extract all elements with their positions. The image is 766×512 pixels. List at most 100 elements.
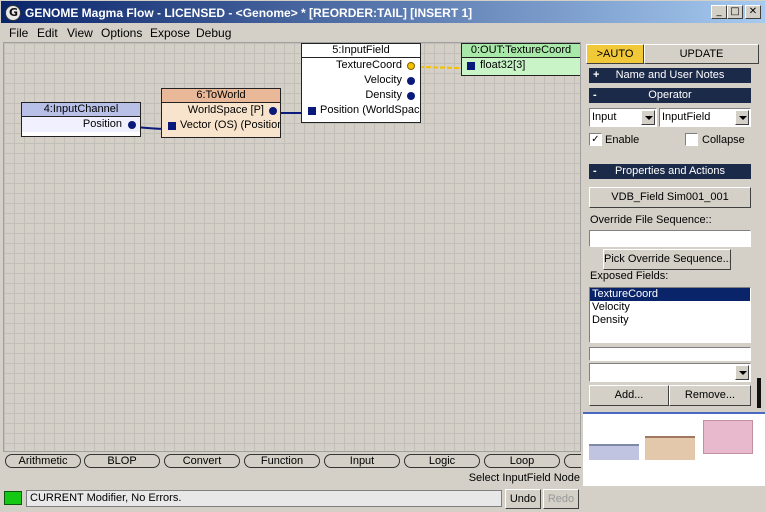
operator-type-select[interactable]: InputField <box>659 108 751 127</box>
enable-checkbox[interactable]: ✓ <box>589 133 602 146</box>
node-title: 6:ToWorld <box>162 89 280 103</box>
status-field: CURRENT Modifier, No Errors. <box>26 490 502 507</box>
close-icon[interactable]: ✕ <box>745 5 761 19</box>
chevron-down-icon <box>641 110 655 125</box>
menu-edit[interactable]: Edit <box>37 26 58 40</box>
input-socket-icon[interactable] <box>168 122 176 130</box>
operator-category-select[interactable]: Input <box>589 108 657 127</box>
status-text: CURRENT Modifier, No Errors. <box>30 492 182 504</box>
output-socket-icon[interactable] <box>407 77 415 85</box>
swatch-convert[interactable] <box>645 436 695 460</box>
properties-rollout[interactable]: - Properties and Actions <box>589 164 751 179</box>
category-loop[interactable]: Loop <box>484 454 560 468</box>
hint-text: Select InputField Node <box>468 472 580 484</box>
node-title: 5:InputField <box>302 44 420 58</box>
swatch-selected[interactable] <box>703 420 753 454</box>
category-convert[interactable]: Convert <box>164 454 240 468</box>
menu-debug[interactable]: Debug <box>196 26 231 40</box>
select-value: Input <box>592 111 617 123</box>
menu-view[interactable]: View <box>67 26 93 40</box>
maximize-icon[interactable]: □ <box>727 5 743 19</box>
enable-label: Enable <box>605 134 640 146</box>
minimize-icon[interactable]: _ <box>711 5 727 19</box>
exposed-fields-label: Exposed Fields: <box>590 270 669 282</box>
title-bar: GENOME Magma Flow - LICENSED - <Genome> … <box>0 0 766 24</box>
category-logic[interactable]: Logic <box>404 454 480 468</box>
output-socket-icon[interactable] <box>128 121 136 129</box>
port-label: TextureCoord <box>335 59 402 71</box>
port-label: Position (WorldSpace) <box>320 104 420 116</box>
override-label: Override File Sequence:: <box>590 214 712 226</box>
redo-button[interactable]: Redo <box>543 489 579 509</box>
override-sequence-field[interactable] <box>589 230 751 247</box>
chevron-down-icon <box>735 365 749 380</box>
undo-button[interactable]: Undo <box>505 489 541 509</box>
input-socket-icon[interactable] <box>467 62 475 70</box>
node-to-world[interactable]: 6:ToWorld WorldSpace [P] Vector (OS) (Po… <box>161 88 281 138</box>
swatch-input[interactable] <box>589 444 639 460</box>
input-socket-icon[interactable] <box>308 107 316 115</box>
category-more[interactable] <box>564 454 581 468</box>
node-port-row: Position <box>22 117 140 132</box>
output-socket-icon[interactable] <box>407 92 415 100</box>
menu-options[interactable]: Options <box>101 26 142 40</box>
exposed-field-name-input[interactable] <box>589 347 751 361</box>
update-button[interactable]: UPDATE <box>644 44 759 64</box>
category-arithmetic[interactable]: Arithmetic <box>5 454 81 468</box>
list-item[interactable]: TextureCoord <box>590 288 750 301</box>
operator-rollout[interactable]: - Operator <box>589 88 751 103</box>
panel-scrollbar[interactable] <box>757 378 761 408</box>
node-port-row: TextureCoord <box>302 58 420 73</box>
list-item[interactable]: Density <box>590 314 750 327</box>
output-socket-icon[interactable] <box>269 107 277 115</box>
rollout-label: Properties and Actions <box>614 165 726 177</box>
pick-override-button[interactable]: Pick Override Sequence... <box>603 249 731 270</box>
remove-button[interactable]: Remove... <box>669 385 751 406</box>
properties-panel: >AUTO UPDATE + Name and User Notes - Ope… <box>583 42 759 410</box>
swatch-area <box>583 412 765 486</box>
menu-bar: File Edit View Options Expose Debug <box>0 24 766 42</box>
category-blop[interactable]: BLOP <box>84 454 160 468</box>
rollout-label: Operator <box>648 89 692 101</box>
node-port-row: Density <box>302 88 420 103</box>
menu-expose[interactable]: Expose <box>150 26 190 40</box>
category-bar: Arithmetic BLOP Convert Function Input L… <box>3 454 581 470</box>
name-notes-rollout[interactable]: + Name and User Notes <box>589 68 751 83</box>
node-port-row: float32[3] <box>462 58 580 73</box>
node-input-channel[interactable]: 4:InputChannel Position <box>21 102 141 137</box>
window-title: GENOME Magma Flow - LICENSED - <Genome> … <box>25 6 473 20</box>
menu-file[interactable]: File <box>9 26 28 40</box>
output-socket-icon[interactable] <box>407 62 415 70</box>
list-item[interactable]: Velocity <box>590 301 750 314</box>
port-label: WorldSpace [P] <box>187 104 264 116</box>
port-label: Density <box>365 89 402 101</box>
genome-logo-icon <box>5 5 21 21</box>
add-button[interactable]: Add... <box>589 385 669 406</box>
node-port-row: WorldSpace [P] <box>162 103 280 118</box>
port-label: Position <box>82 118 122 130</box>
node-port-row: Velocity <box>302 73 420 88</box>
category-input[interactable]: Input <box>324 454 400 468</box>
node-title: 0:OUT:TextureCoord <box>462 44 580 58</box>
auto-button[interactable]: >AUTO <box>586 44 644 64</box>
node-port-row: Vector (OS) (Position) <box>162 118 280 133</box>
status-ok-icon <box>4 491 22 505</box>
collapse-checkbox[interactable] <box>685 133 698 146</box>
node-input-field[interactable]: 5:InputField TextureCoord Velocity Densi… <box>301 43 421 123</box>
node-title: 4:InputChannel <box>22 103 140 117</box>
chevron-down-icon <box>735 110 749 125</box>
exposed-field-select[interactable] <box>589 363 751 382</box>
vdb-field-button[interactable]: VDB_Field Sim001_001 <box>589 187 751 208</box>
rollout-label: Name and User Notes <box>615 69 725 81</box>
exposed-fields-list[interactable]: TextureCoord Velocity Density <box>589 287 751 343</box>
select-value: InputField <box>662 111 711 123</box>
node-canvas[interactable]: 4:InputChannel Position 6:ToWorld WorldS… <box>3 42 581 452</box>
port-label: Vector (OS) (Position) <box>180 119 280 131</box>
node-port-row: Position (WorldSpace) <box>302 103 420 118</box>
status-bar: CURRENT Modifier, No Errors. Undo Redo <box>0 488 766 510</box>
port-label: float32[3] <box>480 59 526 71</box>
category-function[interactable]: Function <box>244 454 320 468</box>
port-label: Velocity <box>364 74 402 86</box>
collapse-label: Collapse <box>702 134 745 146</box>
node-output[interactable]: 0:OUT:TextureCoord float32[3] <box>461 43 580 76</box>
